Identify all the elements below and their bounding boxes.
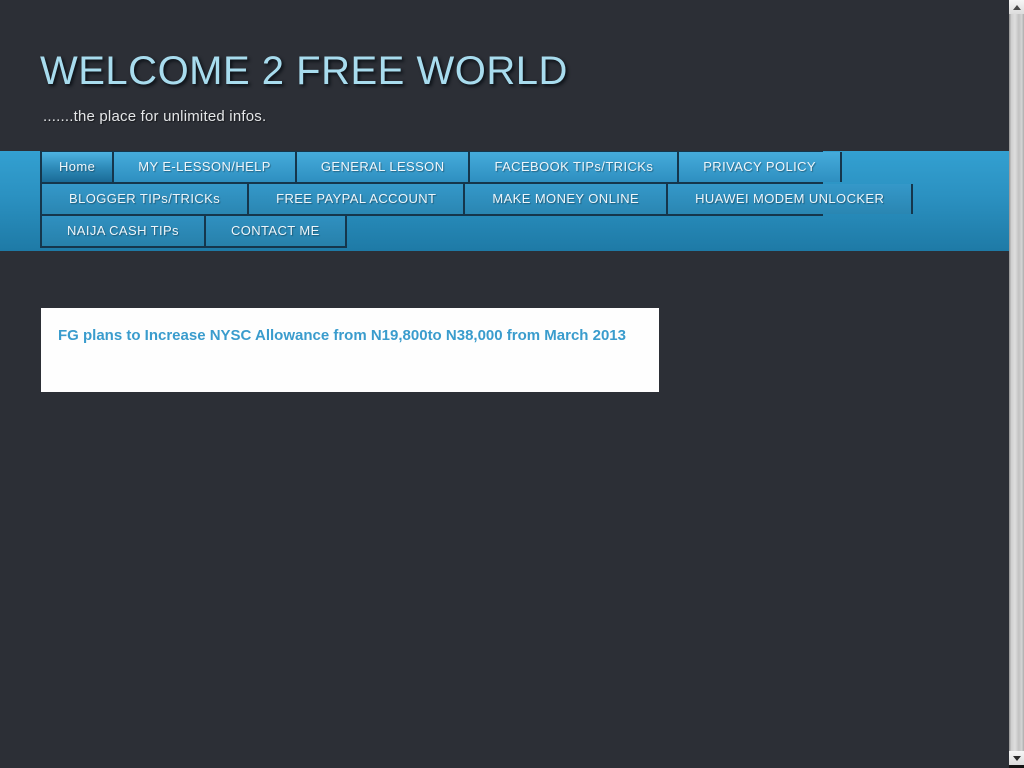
scroll-down-arrow-icon <box>1012 755 1021 761</box>
nav-tab-facebook-tips-tricks[interactable]: FACEBOOK TIPs/TRICKs <box>468 152 678 182</box>
nav-tab-blogger-tips-tricks[interactable]: BLOGGER TIPs/TRICKs <box>40 184 248 214</box>
nav-tab-contact-me[interactable]: CONTACT ME <box>203 216 347 246</box>
scroll-up-button[interactable] <box>1009 0 1024 14</box>
nav-row-1: Home MY E-LESSON/HELP GENERAL LESSON FAC… <box>40 151 842 184</box>
nav-tab-privacy-policy[interactable]: PRIVACY POLICY <box>677 152 842 182</box>
site-title: WELCOME 2 FREE WORLD <box>40 49 568 93</box>
main-content: FG plans to Increase NYSC Allowance from… <box>0 308 1009 392</box>
post-card: FG plans to Increase NYSC Allowance from… <box>41 308 659 392</box>
nav-tab-my-e-lesson-help[interactable]: MY E-LESSON/HELP <box>112 152 295 182</box>
nav-tab-general-lesson[interactable]: GENERAL LESSON <box>294 152 469 182</box>
scroll-down-button[interactable] <box>1009 751 1024 765</box>
post-title-link[interactable]: FG plans to Increase NYSC Allowance from… <box>58 325 637 346</box>
nav-row-2: BLOGGER TIPs/TRICKs FREE PAYPAL ACCOUNT … <box>40 184 914 216</box>
site-header: WELCOME 2 FREE WORLD .......the place fo… <box>0 0 1009 125</box>
nav-tab-strip: Home MY E-LESSON/HELP GENERAL LESSON FAC… <box>40 151 1009 248</box>
nav-tab-make-money-online[interactable]: MAKE MONEY ONLINE <box>463 184 667 214</box>
vertical-scrollbar[interactable] <box>1009 0 1024 768</box>
scrollbar-track[interactable] <box>1009 14 1024 751</box>
nav-tab-naija-cash-tips[interactable]: NAIJA CASH TIPs <box>40 216 204 246</box>
site-subtitle: .......the place for unlimited infos. <box>43 108 267 125</box>
blog-page: WELCOME 2 FREE WORLD .......the place fo… <box>0 0 1009 768</box>
nav-tab-home[interactable]: Home <box>40 152 113 182</box>
nav-tab-huawei-modem-unlocker[interactable]: HUAWEI MODEM UNLOCKER <box>666 184 914 214</box>
nav-row-3: NAIJA CASH TIPs CONTACT ME <box>40 216 347 248</box>
nav-tab-free-paypal-account[interactable]: FREE PAYPAL ACCOUNT <box>247 184 464 214</box>
scroll-up-arrow-icon <box>1012 4 1021 10</box>
main-navigation: Home MY E-LESSON/HELP GENERAL LESSON FAC… <box>0 151 1009 251</box>
